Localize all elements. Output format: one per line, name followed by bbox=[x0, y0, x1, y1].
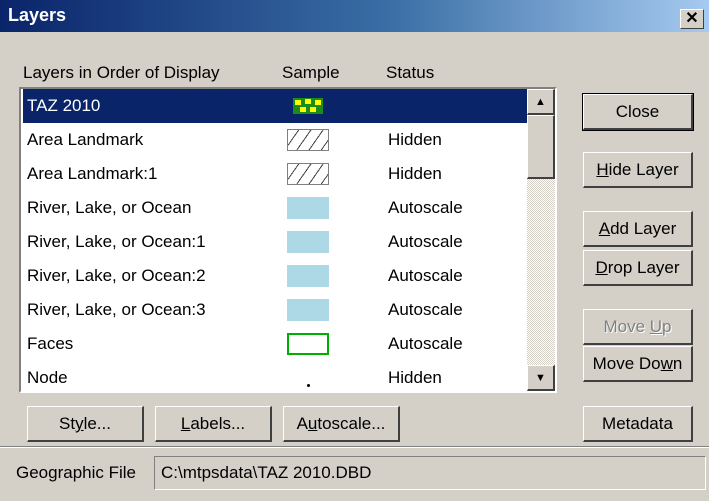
layer-row[interactable]: Faces Autoscale bbox=[23, 327, 527, 361]
metadata-button[interactable]: Metadata bbox=[583, 406, 693, 442]
layer-name: Area Landmark:1 bbox=[27, 164, 158, 183]
layer-row[interactable]: River, Lake, or Ocean:3 Autoscale bbox=[23, 293, 527, 327]
layer-name: TAZ 2010 bbox=[27, 96, 101, 115]
geographic-file-path: C:\mtpsdata\TAZ 2010.DBD bbox=[154, 456, 706, 490]
window-title: Layers bbox=[8, 5, 67, 25]
layer-name: Area Landmark bbox=[27, 130, 144, 149]
move-up-button[interactable]: Move Up bbox=[583, 309, 693, 345]
hatch-sample-icon bbox=[287, 129, 329, 151]
close-button[interactable]: Close bbox=[582, 93, 694, 131]
layer-status: Hidden bbox=[388, 164, 442, 183]
divider bbox=[0, 446, 709, 448]
labels-button[interactable]: Labels... bbox=[155, 406, 272, 442]
drop-layer-button[interactable]: Drop Layer bbox=[583, 250, 693, 286]
dot-sample-icon bbox=[287, 367, 329, 389]
layer-name: Node bbox=[27, 368, 68, 387]
vertical-scrollbar[interactable]: ▲ ▼ bbox=[527, 89, 555, 391]
title-bar: Layers ✕ bbox=[0, 0, 709, 32]
layer-status: Autoscale bbox=[388, 198, 463, 217]
layer-name: River, Lake, or Ocean:3 bbox=[27, 300, 206, 319]
autoscale-button[interactable]: Autoscale... bbox=[283, 406, 400, 442]
window-close-button[interactable]: ✕ bbox=[680, 9, 704, 29]
add-layer-button[interactable]: Add Layer bbox=[583, 211, 693, 247]
water-fill-sample-icon bbox=[287, 197, 329, 219]
move-down-button[interactable]: Move Down bbox=[583, 346, 693, 382]
layer-status: Autoscale bbox=[388, 300, 463, 319]
layer-status: Autoscale bbox=[388, 266, 463, 285]
style-button[interactable]: Style... bbox=[27, 406, 144, 442]
scroll-up-arrow-icon[interactable]: ▲ bbox=[527, 89, 555, 115]
geographic-file-label: Geographic File bbox=[16, 463, 137, 482]
water-fill-sample-icon bbox=[287, 299, 329, 321]
taz-sample-icon bbox=[287, 95, 329, 117]
column-header-layers: Layers in Order of Display bbox=[23, 63, 220, 82]
layer-row[interactable]: River, Lake, or Ocean Autoscale bbox=[23, 191, 527, 225]
layer-status: Autoscale bbox=[388, 232, 463, 251]
layers-listbox[interactable]: TAZ 2010 Area Landmark Hidden Area Landm… bbox=[19, 87, 557, 393]
layer-row[interactable]: Area Landmark:1 Hidden bbox=[23, 157, 527, 191]
layer-name: River, Lake, or Ocean:1 bbox=[27, 232, 206, 251]
layer-status: Autoscale bbox=[388, 334, 463, 353]
water-fill-sample-icon bbox=[287, 231, 329, 253]
layer-name: Faces bbox=[27, 334, 74, 353]
layer-row[interactable]: River, Lake, or Ocean:1 Autoscale bbox=[23, 225, 527, 259]
layer-row[interactable]: River, Lake, or Ocean:2 Autoscale bbox=[23, 259, 527, 293]
hatch-sample-icon bbox=[287, 163, 329, 185]
layer-row[interactable]: Area Landmark Hidden bbox=[23, 123, 527, 157]
column-header-status: Status bbox=[386, 63, 435, 82]
column-header-sample: Sample bbox=[282, 63, 340, 82]
hide-layer-button[interactable]: Hide Layer bbox=[583, 152, 693, 188]
layer-row[interactable]: Node Hidden bbox=[23, 361, 527, 391]
layer-status: Hidden bbox=[388, 130, 442, 149]
scroll-thumb[interactable] bbox=[527, 115, 555, 179]
water-fill-sample-icon bbox=[287, 265, 329, 287]
layer-row[interactable]: TAZ 2010 bbox=[23, 89, 527, 123]
layer-name: River, Lake, or Ocean bbox=[27, 198, 192, 217]
scroll-down-arrow-icon[interactable]: ▼ bbox=[527, 365, 555, 391]
layer-name: River, Lake, or Ocean:2 bbox=[27, 266, 206, 285]
layer-status: Hidden bbox=[388, 368, 442, 387]
outline-sample-icon bbox=[287, 333, 329, 355]
